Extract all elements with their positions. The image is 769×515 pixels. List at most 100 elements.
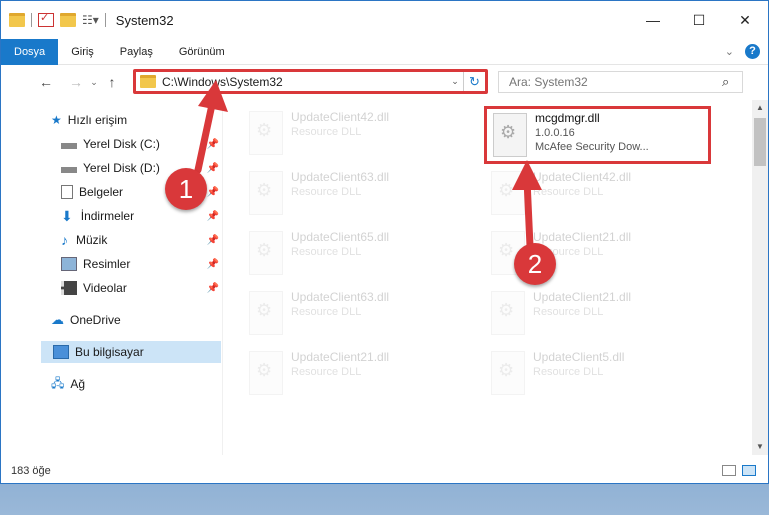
vertical-scrollbar[interactable]: ▲ ▼ bbox=[752, 100, 768, 455]
file-name: UpdateClient42.dll bbox=[533, 170, 632, 184]
pin-icon[interactable]: 📌 bbox=[207, 211, 219, 222]
file-description: McAfee Security Dow... bbox=[535, 141, 649, 153]
file-item[interactable]: UpdateClient63.dll Resource DLL bbox=[243, 286, 468, 341]
dll-file-icon bbox=[249, 291, 283, 335]
scroll-thumb[interactable] bbox=[754, 118, 766, 166]
nav-item-onedrive[interactable]: ☁ OneDrive bbox=[51, 309, 221, 331]
file-item[interactable]: UpdateClient42.dll Resource DLL bbox=[243, 106, 468, 161]
file-description: Resource DLL bbox=[291, 246, 362, 258]
pin-icon[interactable]: 📌 bbox=[207, 139, 219, 150]
nav-item-pictures[interactable]: Resimler 📌 bbox=[61, 253, 219, 275]
network-icon: 🖧 bbox=[51, 375, 65, 390]
large-icons-view-icon[interactable] bbox=[742, 465, 756, 476]
nav-item-network[interactable]: 🖧 Ağ bbox=[51, 373, 221, 395]
drive-icon bbox=[61, 167, 77, 173]
address-bar[interactable]: C:\Windows\System32 ⌄ ↻ bbox=[133, 69, 488, 94]
new-folder-icon[interactable] bbox=[60, 13, 76, 27]
file-item-highlighted[interactable]: mcgdmgr.dll 1.0.0.16 McAfee Security Dow… bbox=[484, 106, 711, 164]
folder-icon bbox=[9, 13, 25, 27]
file-item[interactable]: UpdateClient5.dll Resource DLL bbox=[485, 346, 710, 401]
file-name: UpdateClient63.dll bbox=[291, 170, 390, 184]
file-item[interactable]: UpdateClient63.dll Resource DLL bbox=[243, 166, 468, 221]
file-item[interactable]: UpdateClient65.dll Resource DLL bbox=[243, 226, 468, 281]
status-bar: 183 öğe bbox=[1, 459, 768, 483]
nav-item-label: Belgeler bbox=[79, 185, 124, 199]
dll-file-icon bbox=[491, 291, 525, 335]
nav-item-quick-access[interactable]: ★ Hızlı erişim bbox=[51, 109, 221, 131]
customize-toolbar-icon[interactable]: ☷▾ bbox=[82, 13, 99, 27]
minimize-button[interactable]: — bbox=[630, 1, 676, 39]
file-item[interactable]: UpdateClient42.dll Resource DLL bbox=[485, 166, 710, 221]
tab-file[interactable]: Dosya bbox=[1, 38, 59, 65]
file-name: UpdateClient42.dll bbox=[291, 110, 390, 124]
dll-file-icon bbox=[249, 111, 283, 155]
close-button[interactable]: ✕ bbox=[722, 1, 768, 39]
tab-share[interactable]: Paylaş bbox=[107, 39, 166, 65]
search-icon[interactable]: ⌕ bbox=[722, 74, 742, 90]
scroll-up-icon[interactable]: ▲ bbox=[752, 100, 768, 116]
dll-file-icon bbox=[493, 113, 527, 157]
details-view-icon[interactable] bbox=[722, 465, 736, 476]
nav-item-videos[interactable]: Videolar 📌 bbox=[61, 277, 219, 299]
file-name: UpdateClient65.dll bbox=[291, 230, 390, 244]
file-version: 1.0.0.16 bbox=[535, 127, 575, 139]
expand-ribbon-icon[interactable]: ⌄ bbox=[725, 45, 734, 58]
step-2-badge: 2 bbox=[514, 243, 556, 285]
help-icon[interactable]: ? bbox=[745, 44, 760, 59]
folder-icon bbox=[140, 75, 156, 88]
item-count: 183 öğe bbox=[11, 465, 51, 477]
nav-item-label: Hızlı erişim bbox=[67, 113, 128, 127]
dll-file-icon bbox=[249, 351, 283, 395]
file-description: Resource DLL bbox=[533, 186, 604, 198]
search-input[interactable] bbox=[509, 75, 722, 89]
chevron-down-icon[interactable]: ⌄ bbox=[447, 76, 463, 87]
tab-view[interactable]: Görünüm bbox=[166, 39, 238, 65]
nav-item-label: Resimler bbox=[83, 257, 131, 271]
separator bbox=[31, 13, 32, 27]
tab-home[interactable]: Giriş bbox=[58, 39, 107, 65]
forward-arrow-icon[interactable]: → bbox=[65, 74, 87, 90]
ribbon-tabs: Dosya Giriş Paylaş Görünüm ⌄ ? bbox=[1, 38, 768, 65]
nav-item-label: İndirmeler bbox=[80, 209, 135, 223]
nav-item-label: Müzik bbox=[76, 233, 108, 247]
pin-icon[interactable]: 📌 bbox=[207, 235, 219, 246]
dll-file-icon bbox=[491, 351, 525, 395]
step-1-badge: 1 bbox=[165, 168, 207, 210]
nav-item-label: Yerel Disk (D:) bbox=[83, 161, 160, 175]
nav-item-music[interactable]: ♪ Müzik 📌 bbox=[61, 229, 219, 251]
file-description: Resource DLL bbox=[533, 366, 604, 378]
explorer-window: ☷▾ System32 — ☐ ✕ Dosya Giriş Paylaş Gör… bbox=[0, 0, 769, 484]
drive-icon bbox=[61, 143, 77, 149]
up-arrow-icon[interactable]: ↑ bbox=[101, 74, 123, 90]
nav-item-label: Ağ bbox=[70, 377, 86, 391]
file-name: UpdateClient63.dll bbox=[291, 290, 390, 304]
refresh-icon[interactable]: ↻ bbox=[463, 72, 485, 91]
pin-icon[interactable]: 📌 bbox=[207, 163, 219, 174]
properties-icon[interactable] bbox=[38, 11, 54, 27]
back-arrow-icon[interactable]: ← bbox=[35, 74, 57, 90]
navigation-pane: ★ Hızlı erişim Yerel Disk (C:) 📌 Yerel D… bbox=[1, 100, 221, 455]
nav-item-label: OneDrive bbox=[70, 313, 121, 327]
maximize-button[interactable]: ☐ bbox=[676, 1, 722, 39]
dll-file-icon bbox=[491, 171, 525, 215]
window-title: System32 bbox=[115, 12, 174, 28]
file-description: Resource DLL bbox=[291, 126, 362, 138]
content-area: ★ Hızlı erişim Yerel Disk (C:) 📌 Yerel D… bbox=[1, 100, 768, 455]
recent-locations-icon[interactable]: ⌄ bbox=[87, 77, 101, 88]
nav-item-this-pc[interactable]: Bu bilgisayar bbox=[41, 341, 221, 363]
file-name: mcgdmgr.dll bbox=[535, 111, 600, 125]
scroll-down-icon[interactable]: ▼ bbox=[752, 439, 768, 455]
pin-icon[interactable]: 📌 bbox=[207, 259, 219, 270]
nav-item-downloads[interactable]: ⬇ İndirmeler 📌 bbox=[61, 205, 219, 227]
file-item[interactable]: UpdateClient21.dll Resource DLL bbox=[243, 346, 468, 401]
nav-item-drive-c[interactable]: Yerel Disk (C:) 📌 bbox=[61, 133, 219, 155]
picture-icon bbox=[61, 257, 77, 271]
address-path[interactable]: C:\Windows\System32 bbox=[162, 75, 447, 89]
search-box[interactable]: ⌕ bbox=[498, 71, 743, 93]
pin-icon[interactable]: 📌 bbox=[207, 283, 219, 294]
file-description: Resource DLL bbox=[291, 306, 362, 318]
nav-item-label: Bu bilgisayar bbox=[75, 345, 144, 359]
pin-icon[interactable]: 📌 bbox=[207, 187, 219, 198]
file-item[interactable]: UpdateClient21.dll Resource DLL bbox=[485, 286, 710, 341]
dll-file-icon bbox=[249, 231, 283, 275]
